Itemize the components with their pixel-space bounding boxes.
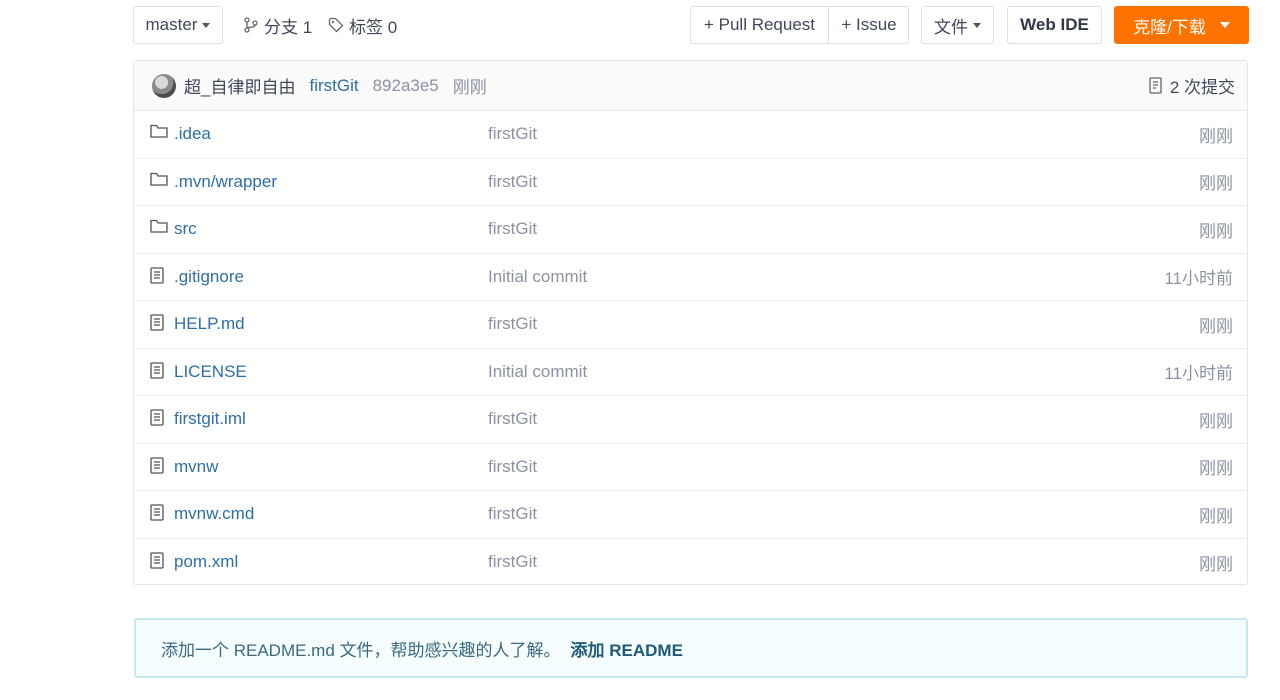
file-name-link[interactable]: HELP.md [174,314,245,334]
file-row[interactable]: firstgit.iml firstGit 刚刚 [134,396,1247,444]
file-commit-time: 刚刚 [1199,411,1233,431]
file-name-link[interactable]: .idea [174,124,211,144]
add-readme-link[interactable]: 添加 README [571,636,683,661]
branches-label: 分支 1 [264,17,313,37]
file-row[interactable]: LICENSE Initial commit 11小时前 [134,349,1247,396]
readme-tip: 添加一个 README.md 文件，帮助感兴趣的人了解。 添加 README [134,618,1248,678]
file-name-link[interactable]: pom.xml [174,552,238,572]
file-commit-message[interactable]: firstGit [488,457,537,477]
file-commit-time: 刚刚 [1199,459,1233,479]
file-commit-time: 刚刚 [1199,506,1233,526]
latest-commit-bar: 超_自律即自由 firstGit 892a3e5 刚刚 2 次提交 [134,61,1247,111]
file-commit-message[interactable]: firstGit [488,124,537,144]
file-menu-button[interactable]: 文件 [921,6,994,44]
issue-label: + Issue [841,15,897,34]
file-menu-label: 文件 [934,17,968,37]
commit-time: 刚刚 [452,78,487,97]
file-name-link[interactable]: .mvn/wrapper [174,172,277,192]
file-commit-time: 11小时前 [1164,364,1233,384]
pr-issue-group: + Pull Request + Issue [690,6,909,44]
file-list: .idea firstGit 刚刚 .mvn/wrapper firstGit 刚刚 src… [134,111,1247,586]
file-row[interactable]: .mvn/wrapper firstGit 刚刚 [134,159,1247,206]
pull-request-button[interactable]: + Pull Request [691,7,828,43]
file-name-link[interactable]: .gitignore [174,267,244,287]
branch-select-label: master [145,15,198,34]
file-commit-message[interactable]: firstGit [488,172,537,192]
file-icon [150,456,165,479]
folder-icon [150,219,168,239]
file-commit-time: 刚刚 [1199,316,1233,336]
file-commit-message[interactable]: firstGit [488,314,537,334]
commit-sha[interactable]: 892a3e5 [373,76,439,96]
clone-download-label: 克隆/下载 [1133,17,1206,37]
commit-count-link[interactable]: 2 次提交 [1149,73,1235,98]
readme-tip-text: 添加一个 README.md 文件，帮助感兴趣的人了解。 [161,640,561,660]
file-commit-time: 刚刚 [1199,126,1233,146]
file-icon [150,551,165,574]
chevron-down-icon [973,22,981,28]
commit-message[interactable]: firstGit [309,76,358,96]
file-commit-message[interactable]: firstGit [488,552,537,572]
file-icon [150,314,165,336]
history-icon [1149,77,1162,94]
file-row[interactable]: pom.xml firstGit 刚刚 [134,539,1247,587]
file-commit-message[interactable]: Initial commit [488,267,587,287]
file-name-link[interactable]: mvnw [174,457,218,477]
folder-icon [150,172,168,192]
file-commit-message[interactable]: firstGit [488,219,537,239]
file-row[interactable]: .gitignore Initial commit 11小时前 [134,254,1247,301]
file-name-link[interactable]: src [174,219,197,239]
file-icon [150,504,165,526]
repo-toolbar: master 分支 1 标签 0 + Pull Request + Issue … [133,6,1249,46]
branch-icon [244,17,258,33]
file-row[interactable]: .idea firstGit 刚刚 [134,111,1247,159]
file-commit-time: 11小时前 [1164,269,1233,289]
web-ide-label: Web IDE [1020,15,1089,34]
file-commit-message[interactable]: firstGit [488,409,537,429]
file-browser: 超_自律即自由 firstGit 892a3e5 刚刚 2 次提交 .idea f… [133,60,1248,585]
issue-button[interactable]: + Issue [828,7,909,43]
file-icon [150,409,165,431]
file-row[interactable]: HELP.md firstGit 刚刚 [134,301,1247,349]
file-icon [150,266,165,289]
pull-request-label: + Pull Request [703,15,816,34]
file-commit-time: 刚刚 [1199,221,1233,241]
file-commit-message[interactable]: Initial commit [488,362,587,382]
clone-download-button[interactable]: 克隆/下载 [1114,6,1249,44]
avatar[interactable] [152,73,176,98]
commit-count-label: 2 次提交 [1169,78,1235,97]
file-row[interactable]: src firstGit 刚刚 [134,206,1247,254]
file-commit-time: 刚刚 [1199,554,1233,574]
tags-label: 标签 0 [349,17,398,37]
chevron-down-icon [1219,22,1230,28]
tags-link[interactable]: 标签 0 [328,6,397,44]
file-name-link[interactable]: LICENSE [174,362,247,382]
file-name-link[interactable]: mvnw.cmd [174,504,254,524]
file-name-link[interactable]: firstgit.iml [174,409,246,429]
file-commit-message[interactable]: firstGit [488,504,537,524]
file-row[interactable]: mvnw firstGit 刚刚 [134,444,1247,491]
tag-icon [328,17,344,33]
file-icon [150,361,165,384]
commit-author[interactable]: 超_自律即自由 [184,73,295,98]
branches-link[interactable]: 分支 1 [243,6,312,44]
file-commit-time: 刚刚 [1199,174,1233,194]
branch-select[interactable]: master [133,6,223,44]
file-row[interactable]: mvnw.cmd firstGit 刚刚 [134,491,1247,539]
folder-icon [150,124,168,144]
chevron-down-icon [202,22,211,28]
web-ide-button[interactable]: Web IDE [1007,6,1102,44]
